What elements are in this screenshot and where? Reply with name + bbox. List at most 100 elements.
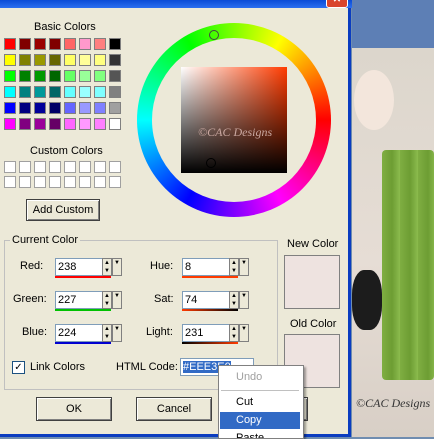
red-spin-up-down[interactable]: ▲ ▼ [102,258,112,276]
basic-color-swatch[interactable] [4,102,16,114]
hue-dropdown[interactable]: ▼ [239,258,249,276]
basic-color-swatch[interactable] [109,70,121,82]
basic-color-swatch[interactable] [94,54,106,66]
current-color-label: Current Color [10,234,81,246]
basic-color-swatch[interactable] [79,86,91,98]
background-watermark: ©CAC Designs [356,396,431,410]
light-spin-up-down[interactable]: ▲ ▼ [229,324,239,342]
basic-color-swatch[interactable] [34,54,46,66]
basic-color-swatch[interactable] [79,102,91,114]
basic-color-swatch[interactable] [19,70,31,82]
add-custom-button[interactable]: Add Custom [26,199,100,221]
close-icon[interactable]: ✕ [326,0,348,8]
menu-item-undo[interactable]: Undo [220,369,300,386]
custom-color-slot[interactable] [19,161,31,173]
sat-spin-up-down[interactable]: ▲ ▼ [229,291,239,309]
flower-illustration [354,70,394,130]
custom-color-slot[interactable] [79,161,91,173]
basic-color-swatch[interactable] [64,70,76,82]
basic-color-swatch[interactable] [94,102,106,114]
basic-color-swatch[interactable] [34,38,46,50]
basic-color-swatch[interactable] [19,54,31,66]
custom-color-slot[interactable] [94,176,106,188]
menu-item-copy[interactable]: Copy [220,412,300,429]
green-spin-up-down[interactable]: ▲ ▼ [102,291,112,309]
blue-dropdown[interactable]: ▼ [112,324,122,342]
custom-color-slot[interactable] [79,176,91,188]
basic-color-swatch[interactable] [34,86,46,98]
basic-color-swatch[interactable] [49,102,61,114]
custom-color-slot[interactable] [4,176,16,188]
light-label: Light: [146,326,173,338]
basic-color-swatch[interactable] [109,102,121,114]
red-indicator [55,276,111,278]
basic-color-swatch[interactable] [94,38,106,50]
basic-color-swatch[interactable] [4,70,16,82]
basic-color-swatch[interactable] [4,118,16,130]
square-watermark: ©CAC Designs [198,125,273,139]
blue-label: Blue: [22,326,48,338]
custom-color-slot[interactable] [49,176,61,188]
light-dropdown[interactable]: ▼ [239,324,249,342]
basic-color-swatch[interactable] [34,70,46,82]
hue-wheel-marker[interactable] [209,30,219,40]
menu-item-cut[interactable]: Cut [220,394,300,411]
basic-color-swatch[interactable] [49,118,61,130]
custom-color-slot[interactable] [64,161,76,173]
basic-color-swatch[interactable] [109,86,121,98]
basic-color-swatch[interactable] [94,118,106,130]
basic-color-swatch[interactable] [109,118,121,130]
basic-color-swatch[interactable] [64,54,76,66]
basic-color-swatch[interactable] [49,54,61,66]
fence-illustration [382,150,434,380]
basic-color-swatch[interactable] [4,86,16,98]
basic-color-swatch[interactable] [64,38,76,50]
saturation-lightness-marker[interactable] [206,158,216,168]
custom-color-slot[interactable] [4,161,16,173]
basic-color-swatch[interactable] [64,86,76,98]
basic-color-swatch[interactable] [34,102,46,114]
basic-color-swatch[interactable] [64,118,76,130]
dialog-titlebar[interactable] [0,0,352,8]
custom-color-slot[interactable] [19,176,31,188]
basic-color-swatch[interactable] [79,54,91,66]
link-colors-label[interactable]: Link Colors [30,361,85,373]
basic-color-swatch[interactable] [94,86,106,98]
custom-color-slot[interactable] [34,176,46,188]
basic-color-swatch[interactable] [109,54,121,66]
custom-color-slot[interactable] [34,161,46,173]
custom-color-slot[interactable] [64,176,76,188]
custom-color-slot[interactable] [109,176,121,188]
basic-color-swatch[interactable] [94,70,106,82]
basic-color-swatch[interactable] [4,54,16,66]
context-menu: Undo Cut Copy Paste [218,365,304,439]
basic-color-swatch[interactable] [79,118,91,130]
basic-color-swatch[interactable] [19,38,31,50]
new-color-swatch [284,255,340,309]
basic-color-swatch[interactable] [49,86,61,98]
custom-color-slot[interactable] [109,161,121,173]
basic-color-swatch[interactable] [49,70,61,82]
blue-spin-up-down[interactable]: ▲ ▼ [102,324,112,342]
basic-color-swatch[interactable] [19,86,31,98]
basic-color-swatch[interactable] [19,118,31,130]
link-colors-checkbox[interactable]: ✓ [12,361,25,374]
custom-color-slot[interactable] [49,161,61,173]
basic-color-swatch[interactable] [79,38,91,50]
basic-color-swatch[interactable] [64,102,76,114]
green-dropdown[interactable]: ▼ [112,291,122,309]
cancel-button[interactable]: Cancel [136,397,212,421]
basic-color-swatch[interactable] [19,102,31,114]
basic-color-swatch[interactable] [34,118,46,130]
sat-dropdown[interactable]: ▼ [239,291,249,309]
hue-spin-up-down[interactable]: ▲ ▼ [229,258,239,276]
basic-color-swatch[interactable] [109,38,121,50]
red-label: Red: [20,260,44,272]
basic-color-swatch[interactable] [4,38,16,50]
ok-button[interactable]: OK [36,397,112,421]
basic-color-swatch[interactable] [49,38,61,50]
custom-color-slot[interactable] [94,161,106,173]
basic-color-swatch[interactable] [79,70,91,82]
saturation-lightness-square[interactable] [181,67,287,173]
red-dropdown[interactable]: ▼ [112,258,122,276]
